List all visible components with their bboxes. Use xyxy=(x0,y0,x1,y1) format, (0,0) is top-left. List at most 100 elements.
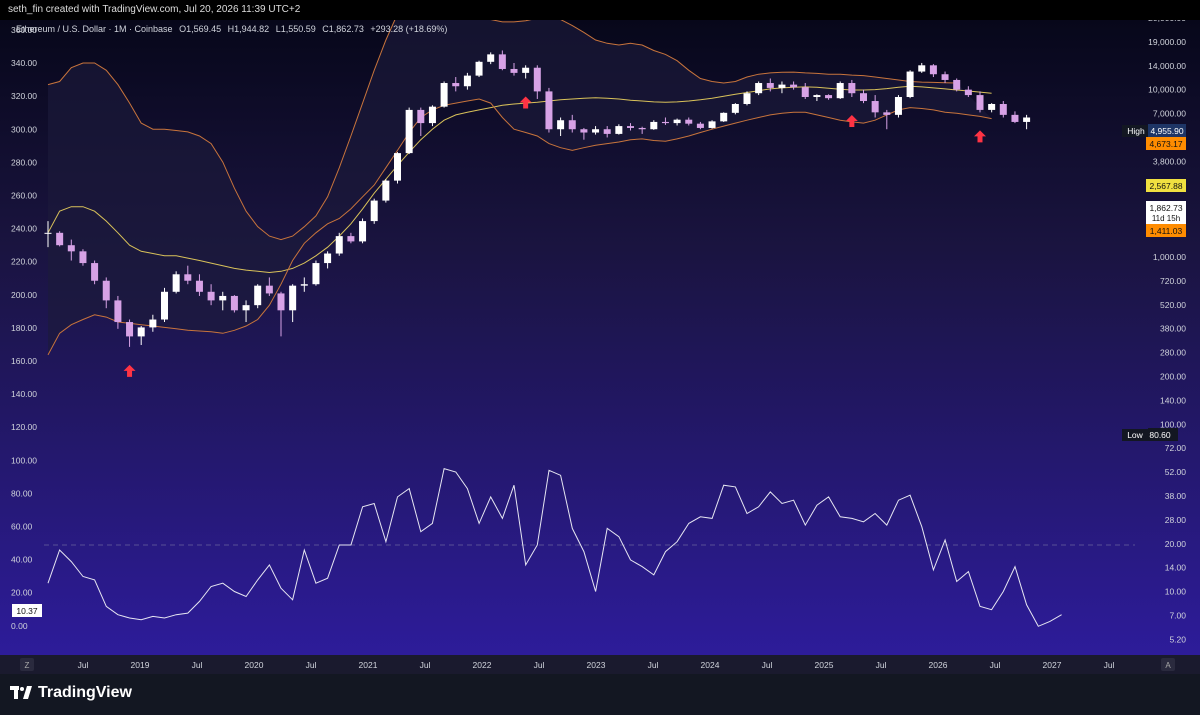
candle-body xyxy=(428,106,436,124)
right-axis-tick: 7.00 xyxy=(1169,611,1186,621)
candle-body xyxy=(312,263,320,285)
rsi-value: 10.37 xyxy=(16,606,38,616)
candle xyxy=(335,232,343,256)
candle-body xyxy=(848,83,856,94)
right-axis-tick: 3,800.00 xyxy=(1153,156,1186,166)
candle-body xyxy=(894,96,902,115)
candle xyxy=(731,103,739,115)
candle-body xyxy=(498,54,506,69)
candle-body xyxy=(580,129,588,133)
legend-change: +293.28 (+18.69%) xyxy=(370,24,447,34)
left-axis-tick: 160.00 xyxy=(11,356,37,366)
candle-body xyxy=(300,284,308,286)
left-axis-tick: 140.00 xyxy=(11,389,37,399)
candle-body xyxy=(755,83,763,94)
time-axis-label: Jul xyxy=(648,660,659,670)
time-axis-label: Jul xyxy=(762,660,773,670)
candle-body xyxy=(67,245,75,252)
left-axis-tick: 100.00 xyxy=(11,455,37,465)
candle-body xyxy=(533,67,541,92)
right-axis-tick: 720.00 xyxy=(1160,276,1186,286)
candle xyxy=(906,70,914,99)
candle-body xyxy=(918,65,926,72)
left-axis-tick: 0.00 xyxy=(11,621,28,631)
candle xyxy=(440,81,448,108)
candle-body xyxy=(883,112,891,115)
candle xyxy=(953,78,961,92)
candle xyxy=(172,271,180,294)
time-axis-label: 2024 xyxy=(701,660,720,670)
price-orange-bottom: 1,411.03 xyxy=(1150,226,1183,236)
candle-body xyxy=(545,91,553,130)
candle-body xyxy=(265,285,273,294)
candle-body xyxy=(708,121,716,128)
time-axis-label: Jul xyxy=(78,660,89,670)
time-axis-label: 2023 xyxy=(587,660,606,670)
candle-body xyxy=(161,291,168,320)
left-axis-tick: 260.00 xyxy=(11,191,37,201)
legend-low: 1,550.59 xyxy=(281,24,316,34)
candle-body xyxy=(929,65,937,75)
left-axis-tick: 360.00 xyxy=(11,25,37,35)
candle xyxy=(382,179,390,203)
tradingview-logo[interactable]: TradingView xyxy=(10,684,132,702)
right-axis-tick: 28.00 xyxy=(1165,515,1187,525)
candle-body xyxy=(906,71,914,97)
right-axis-tick: 52.00 xyxy=(1165,467,1187,477)
candle-body xyxy=(207,291,215,301)
candle-body xyxy=(254,285,262,306)
left-axis-tick: 120.00 xyxy=(11,422,37,432)
right-axis-tick: 72.00 xyxy=(1165,443,1187,453)
candle-body xyxy=(126,322,134,337)
candle xyxy=(720,112,728,122)
candle-body xyxy=(137,327,145,337)
candle-body xyxy=(615,126,623,134)
candle-body xyxy=(813,95,821,97)
candle-body xyxy=(184,274,192,281)
candle-body xyxy=(394,153,401,181)
legend-symbol: Ethereum / U.S. Dollar · 1M · Coinbase xyxy=(16,24,173,34)
brand-name: TradingView xyxy=(38,684,132,701)
right-axis-tick: 7,000.00 xyxy=(1153,109,1186,119)
chart-frame: seth_fin created with TradingView.com, J… xyxy=(0,0,1200,715)
left-axis-tick: 60.00 xyxy=(11,522,33,532)
time-axis-label: 2021 xyxy=(359,660,378,670)
time-axis-label: 2022 xyxy=(473,660,492,670)
left-axis-tick: 220.00 xyxy=(11,257,37,267)
left-axis-tick: 180.00 xyxy=(11,323,37,333)
candle-body xyxy=(382,180,390,201)
candle-body xyxy=(766,83,774,88)
time-axis-label: Jul xyxy=(990,660,1001,670)
right-axis-tick: 380.00 xyxy=(1160,324,1186,334)
candle-body xyxy=(778,84,786,88)
legend-line: Ethereum / U.S. Dollar · 1M · Coinbase O… xyxy=(16,24,447,34)
time-axis-label: 2026 xyxy=(929,660,948,670)
candle-body xyxy=(79,251,87,264)
left-axis-tick: 320.00 xyxy=(11,91,37,101)
high-value: 4,955.90 xyxy=(1150,126,1183,136)
candle-body xyxy=(790,84,798,88)
time-axis-label: 2025 xyxy=(815,660,834,670)
right-axis-tick: 14,000.00 xyxy=(1148,61,1186,71)
candle-body xyxy=(242,305,250,311)
left-axis-tick: 280.00 xyxy=(11,157,37,167)
candle xyxy=(91,260,99,285)
chart-canvas[interactable]: Ethereum / U.S. Dollar · 1M · Coinbase O… xyxy=(0,20,1200,674)
candle-body xyxy=(219,295,227,301)
right-axis-tick: 19,000.00 xyxy=(1148,37,1186,47)
candle-body xyxy=(860,93,867,102)
candle-body xyxy=(370,200,378,222)
countdown: 11d 15h xyxy=(1152,214,1180,223)
candle-body xyxy=(976,95,984,110)
right-axis-tick: 280.00 xyxy=(1160,348,1186,358)
candle-body xyxy=(56,232,64,246)
time-axis-label: 2020 xyxy=(245,660,264,670)
right-axis-tick: 1,000.00 xyxy=(1153,252,1186,262)
left-axis-tick: 20.00 xyxy=(11,588,33,598)
candle-body xyxy=(1011,114,1019,122)
candle-body xyxy=(953,79,961,90)
low-label: Low xyxy=(1127,430,1143,440)
candle-body xyxy=(988,103,996,110)
candle-body xyxy=(452,83,460,87)
time-axis-label: 2019 xyxy=(131,660,150,670)
